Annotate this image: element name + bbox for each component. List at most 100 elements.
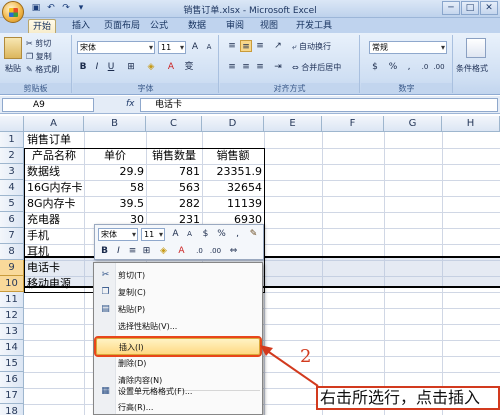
row-header[interactable]: 11 [0, 292, 24, 308]
copy-button[interactable]: ❐ 复制 [26, 51, 52, 62]
table-cell[interactable]: 39.5 [84, 196, 146, 212]
tab-view[interactable]: 视图 [256, 19, 282, 33]
table-cell[interactable]: 563 [146, 180, 202, 196]
row-header[interactable]: 2 [0, 148, 24, 164]
menu-item-delete[interactable]: 删除(D) [96, 355, 260, 372]
table-cell[interactable]: 23351.9 [202, 164, 264, 180]
table-cell[interactable]: 282 [146, 196, 202, 212]
table-cell[interactable]: 数据线 [24, 164, 84, 180]
row-header[interactable]: 12 [0, 308, 24, 324]
font-color-icon[interactable]: A [175, 245, 188, 257]
row-header[interactable]: 5 [0, 196, 24, 212]
borders-icon[interactable]: ⊞ [140, 245, 153, 257]
menu-item-format-cells[interactable]: ▦ 设置单元格格式(F)... [96, 383, 260, 400]
row-header[interactable]: 17 [0, 388, 24, 404]
fill-color-icon[interactable]: ◈ [145, 61, 157, 73]
underline-icon[interactable]: U [105, 61, 117, 73]
col-header-f[interactable]: F [322, 116, 384, 132]
fx-icon[interactable]: fx [126, 99, 135, 109]
table-cell[interactable]: 8G内存卡 [24, 196, 84, 212]
formula-input[interactable]: 电话卡 [140, 98, 498, 112]
select-all-corner[interactable] [0, 116, 24, 132]
decrease-decimal-icon[interactable]: .00 [433, 61, 445, 73]
table-cell[interactable]: 移动电源 [24, 276, 84, 292]
header-cell[interactable]: 销售数量 [146, 148, 202, 164]
align-center-icon[interactable]: ≡ [240, 61, 252, 73]
italic-icon[interactable]: I [112, 245, 125, 257]
col-header-e[interactable]: E [264, 116, 322, 132]
row-header[interactable]: 16 [0, 372, 24, 388]
table-cell[interactable]: 11139 [202, 196, 264, 212]
merge-center-button[interactable]: ⇔ 合并后居中 [292, 62, 341, 73]
percent-icon[interactable]: % [215, 228, 228, 240]
table-cell[interactable]: 32654 [202, 180, 264, 196]
number-format-combo[interactable]: 常规 [369, 41, 447, 54]
bold-icon[interactable]: B [98, 245, 111, 257]
shrink-font-icon[interactable]: A [203, 41, 215, 53]
fill-color-icon[interactable]: ◈ [157, 245, 170, 257]
tab-developer[interactable]: 开发工具 [292, 19, 336, 33]
header-cell[interactable]: 销售额 [202, 148, 264, 164]
align-bottom-icon[interactable]: ≡ [254, 40, 266, 52]
row-header[interactable]: 4 [0, 180, 24, 196]
table-cell[interactable]: 耳机 [24, 244, 84, 260]
name-box[interactable]: A9 [2, 98, 94, 112]
percent-icon[interactable]: % [387, 61, 399, 73]
tab-insert[interactable]: 插入 [68, 19, 94, 33]
currency-icon[interactable]: $ [369, 61, 381, 73]
paste-button[interactable]: 粘贴 [5, 63, 21, 74]
row-header[interactable]: 14 [0, 340, 24, 356]
paste-icon[interactable] [4, 37, 22, 59]
row-header[interactable]: 1 [0, 132, 24, 148]
borders-icon[interactable]: ⊞ [125, 61, 137, 73]
menu-item-row-height[interactable]: 行高(R)... [96, 399, 260, 415]
tab-data[interactable]: 数据 [184, 19, 210, 33]
shrink-font-icon[interactable]: A [183, 228, 196, 240]
cut-button[interactable]: ✂ 剪切 [26, 38, 51, 49]
header-cell[interactable]: 产品名称 [24, 148, 84, 164]
comma-icon[interactable]: , [231, 228, 244, 240]
col-header-b[interactable]: B [84, 116, 146, 132]
menu-item-paste[interactable]: ▤ 粘贴(P) [96, 301, 260, 318]
tab-page-layout[interactable]: 页面布局 [100, 19, 144, 33]
col-header-a[interactable]: A [24, 116, 84, 132]
table-cell[interactable]: 58 [84, 180, 146, 196]
orientation-icon[interactable]: ↗ [272, 40, 284, 52]
tab-review[interactable]: 审阅 [222, 19, 248, 33]
header-cell[interactable]: 单价 [84, 148, 146, 164]
row-header[interactable]: 15 [0, 356, 24, 372]
row-header[interactable]: 13 [0, 324, 24, 340]
format-painter-icon[interactable]: ✎ [247, 228, 260, 240]
row-header[interactable]: 6 [0, 212, 24, 228]
table-cell[interactable]: 手机 [24, 228, 84, 244]
comma-icon[interactable]: , [403, 61, 415, 73]
font-color-icon[interactable]: A [165, 61, 177, 73]
align-right-icon[interactable]: ≡ [254, 61, 266, 73]
menu-item-paste-special[interactable]: 选择性粘贴(V)... [96, 318, 260, 335]
indent-icon[interactable]: ⇥ [272, 61, 284, 73]
align-middle-icon[interactable]: ≡ [240, 40, 252, 52]
grow-font-icon[interactable]: A [189, 41, 201, 53]
col-header-g[interactable]: G [384, 116, 442, 132]
increase-decimal-icon[interactable]: .0 [419, 61, 431, 73]
increase-decimal-icon[interactable]: .0 [193, 245, 206, 257]
col-header-d[interactable]: D [202, 116, 264, 132]
italic-icon[interactable]: I [91, 61, 103, 73]
table-cell[interactable]: 充电器 [24, 212, 84, 228]
office-button[interactable] [2, 1, 24, 23]
mini-font-combo[interactable]: 宋体 [98, 228, 138, 241]
font-name-combo[interactable]: 宋体 [77, 41, 155, 54]
menu-item-copy[interactable]: ❐ 复制(C) [96, 284, 260, 301]
table-cell[interactable]: 29.9 [84, 164, 146, 180]
maximize-button[interactable]: □ [461, 1, 479, 15]
format-painter-button[interactable]: ✎ 格式刷 [26, 64, 59, 75]
font-size-combo[interactable]: 11 [158, 41, 186, 54]
col-header-c[interactable]: C [146, 116, 202, 132]
close-button[interactable]: ✕ [480, 1, 498, 15]
align-top-icon[interactable]: ≡ [226, 40, 238, 52]
tab-formulas[interactable]: 公式 [146, 19, 172, 33]
row-header[interactable]: 18 [0, 404, 24, 415]
decrease-decimal-icon[interactable]: .00 [209, 245, 222, 257]
tab-home[interactable]: 开始 [28, 19, 57, 33]
grow-font-icon[interactable]: A [169, 228, 182, 240]
